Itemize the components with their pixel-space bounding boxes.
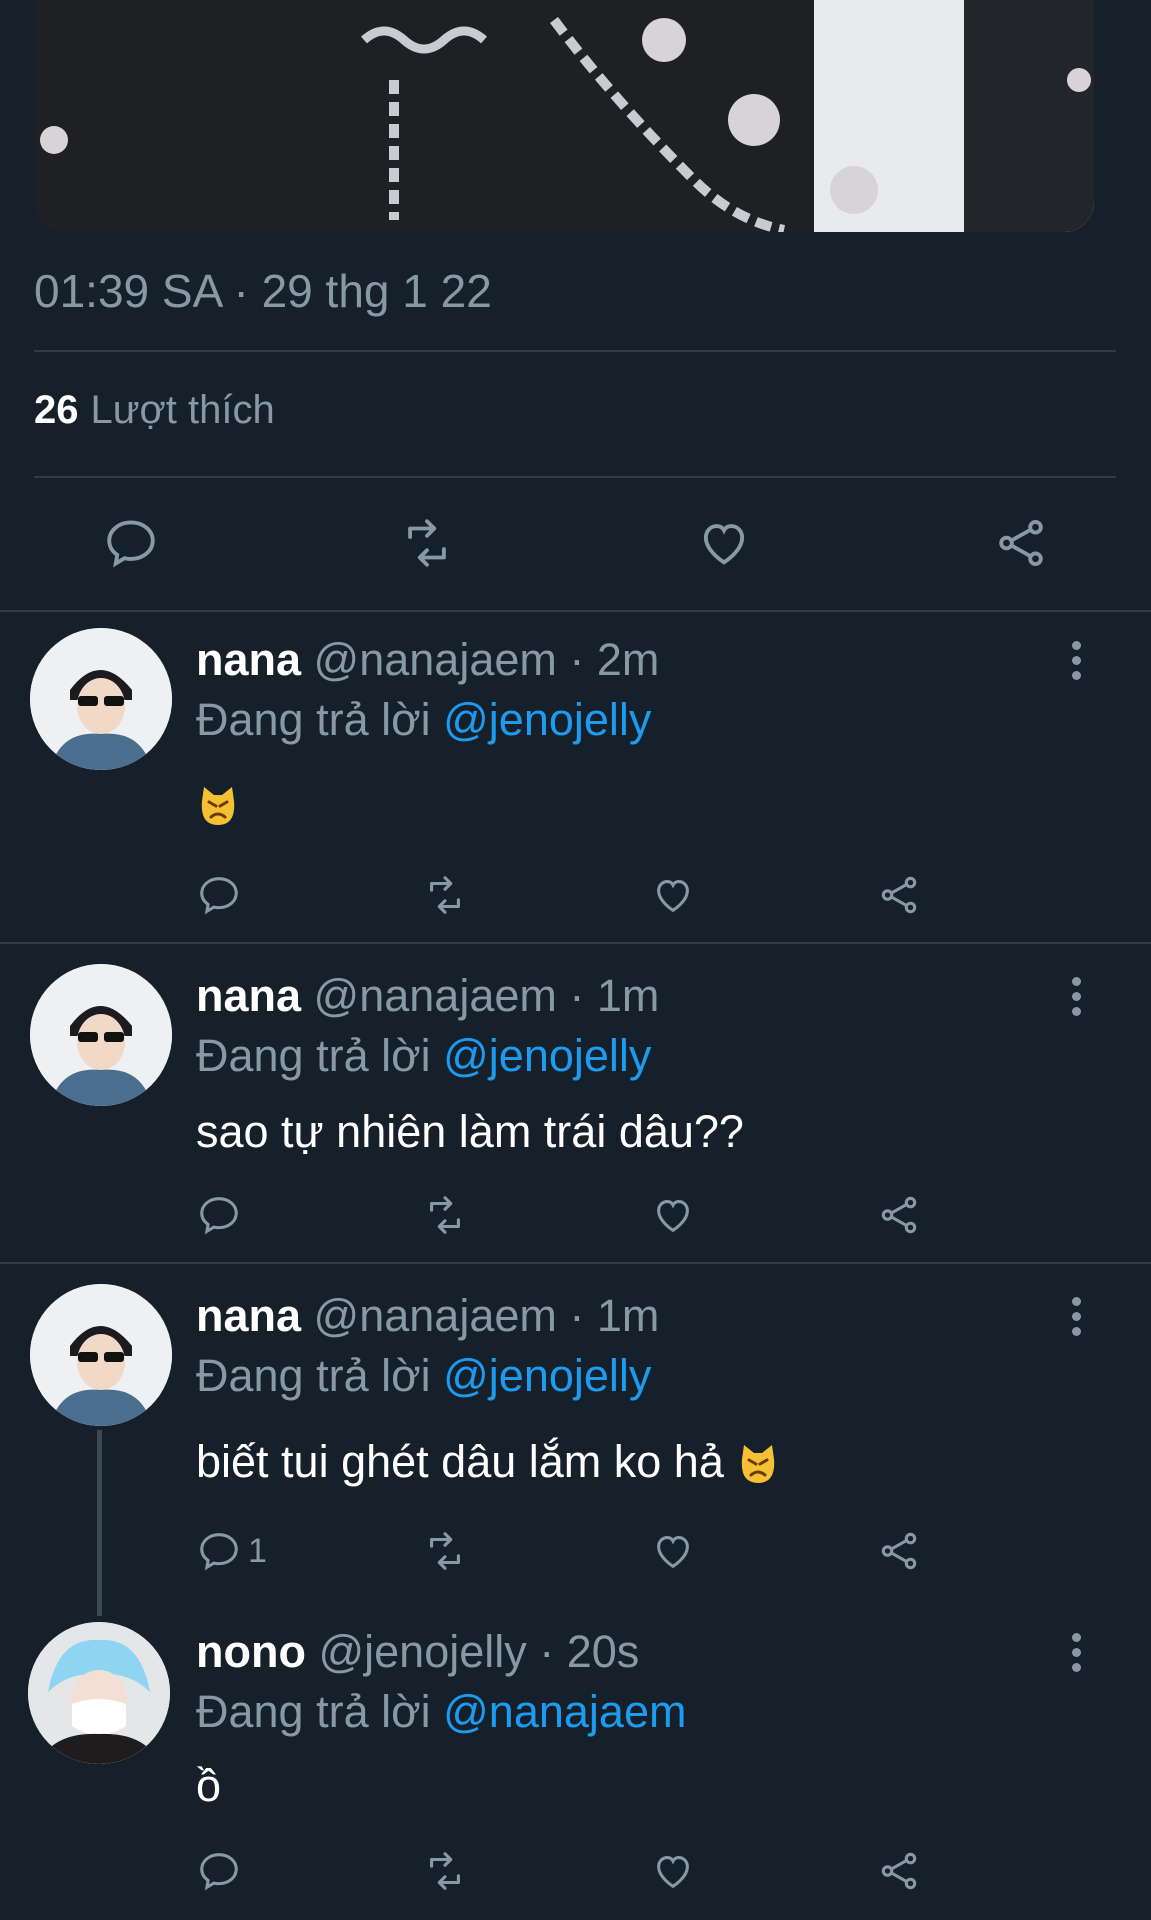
display-name[interactable]: nana bbox=[196, 1290, 301, 1341]
reply-button[interactable] bbox=[196, 1848, 242, 1894]
reply-icon bbox=[200, 1533, 238, 1571]
reply-icon bbox=[107, 520, 155, 568]
divider bbox=[0, 942, 1151, 944]
tweet-text: ồ bbox=[196, 1760, 222, 1811]
handle-time: @nanajaem · 1m bbox=[313, 1290, 660, 1341]
likes-label: Lượt thích bbox=[90, 388, 275, 432]
replying-to: Đang trả lời @jenojelly bbox=[196, 694, 651, 746]
more-options-icon[interactable] bbox=[1069, 1633, 1083, 1678]
share-icon bbox=[881, 1852, 917, 1890]
retweet-button[interactable] bbox=[422, 872, 468, 918]
like-button[interactable] bbox=[650, 1848, 696, 1894]
reply-header: nono @jenojelly · 20s bbox=[196, 1626, 639, 1678]
share-button[interactable] bbox=[876, 1528, 922, 1574]
likes-summary[interactable]: 26 Lượt thích bbox=[34, 388, 275, 433]
divider bbox=[0, 1262, 1151, 1264]
more-options-icon[interactable] bbox=[1069, 641, 1083, 686]
mention-link[interactable]: @jenojelly bbox=[443, 1030, 651, 1081]
tweet-timestamp: 01:39 SA · 29 thg 1 22 bbox=[34, 265, 492, 317]
replying-to: Đang trả lời @jenojelly bbox=[196, 1350, 651, 1402]
like-button[interactable] bbox=[650, 1528, 696, 1574]
reply-button[interactable] bbox=[100, 514, 162, 572]
tweet-text bbox=[196, 778, 240, 830]
retweet-button[interactable] bbox=[422, 1848, 468, 1894]
reply-header: nana @nanajaem · 2m bbox=[196, 634, 659, 686]
like-button[interactable] bbox=[650, 1192, 696, 1238]
like-button[interactable] bbox=[693, 514, 755, 572]
avatar[interactable] bbox=[30, 1284, 172, 1426]
share-button[interactable] bbox=[876, 872, 922, 918]
tweet-text: sao tự nhiên làm trái dâu?? bbox=[196, 1106, 744, 1157]
divider bbox=[34, 476, 1116, 478]
avatar[interactable] bbox=[28, 1622, 170, 1764]
share-icon bbox=[881, 876, 917, 914]
display-name[interactable]: nana bbox=[196, 634, 301, 685]
avatar[interactable] bbox=[30, 628, 172, 770]
retweet-icon bbox=[430, 1196, 460, 1234]
handle-time: @nanajaem · 2m bbox=[313, 634, 660, 685]
thread-connector bbox=[97, 1430, 102, 1616]
more-options-icon[interactable] bbox=[1069, 977, 1083, 1022]
retweet-icon bbox=[430, 1852, 460, 1890]
reply-icon bbox=[200, 1197, 238, 1235]
reply-button[interactable] bbox=[196, 1192, 242, 1238]
reply-header: nana @nanajaem · 1m bbox=[196, 1290, 659, 1342]
reply-button[interactable] bbox=[196, 872, 242, 918]
heart-icon bbox=[703, 524, 745, 565]
mention-link[interactable]: @nanajaem bbox=[443, 1686, 686, 1737]
tweet-text-content: biết tui ghét dâu lắm ko hả bbox=[196, 1436, 724, 1487]
replying-to: Đang trả lời @jenojelly bbox=[196, 1030, 651, 1082]
reply-icon bbox=[200, 877, 238, 915]
replying-to-label: Đang trả lời bbox=[196, 694, 431, 745]
share-icon bbox=[881, 1532, 917, 1570]
share-button[interactable] bbox=[876, 1192, 922, 1238]
retweet-icon bbox=[430, 1532, 460, 1570]
mention-link[interactable]: @jenojelly bbox=[443, 1350, 651, 1401]
retweet-button[interactable] bbox=[422, 1192, 468, 1238]
reply-count: 1 bbox=[248, 1531, 267, 1570]
handle-time: @nanajaem · 1m bbox=[313, 970, 660, 1021]
divider bbox=[0, 610, 1151, 612]
divider bbox=[34, 350, 1116, 352]
retweet-button[interactable] bbox=[422, 1528, 468, 1574]
display-name[interactable]: nana bbox=[196, 970, 301, 1021]
replying-to: Đang trả lời @nanajaem bbox=[196, 1686, 686, 1738]
angry-cat-icon bbox=[742, 1445, 775, 1484]
reply-icon bbox=[200, 1853, 238, 1891]
retweet-icon bbox=[430, 876, 460, 914]
tweet-text: biết tui ghét dâu lắm ko hả bbox=[196, 1436, 780, 1488]
heart-icon bbox=[657, 1536, 689, 1569]
like-button[interactable] bbox=[650, 872, 696, 918]
heart-icon bbox=[657, 880, 689, 913]
more-options-icon[interactable] bbox=[1069, 1297, 1083, 1342]
reply-header: nana @nanajaem · 1m bbox=[196, 970, 659, 1022]
share-icon bbox=[881, 1196, 917, 1234]
retweet-icon bbox=[408, 519, 446, 567]
replying-to-label: Đang trả lời bbox=[196, 1686, 431, 1737]
share-icon bbox=[999, 520, 1043, 566]
retweet-button[interactable] bbox=[396, 514, 458, 572]
angry-cat-icon bbox=[201, 787, 235, 826]
avatar[interactable] bbox=[30, 964, 172, 1106]
heart-icon bbox=[657, 1856, 689, 1889]
tweet-media-image[interactable] bbox=[34, 0, 1094, 232]
reply-button[interactable]: 1 bbox=[196, 1528, 267, 1574]
heart-icon bbox=[657, 1200, 689, 1233]
mention-link[interactable]: @jenojelly bbox=[443, 694, 651, 745]
replying-to-label: Đang trả lời bbox=[196, 1350, 431, 1401]
likes-count: 26 bbox=[34, 388, 79, 432]
share-button[interactable] bbox=[876, 1848, 922, 1894]
share-button[interactable] bbox=[990, 514, 1052, 572]
replying-to-label: Đang trả lời bbox=[196, 1030, 431, 1081]
display-name[interactable]: nono bbox=[196, 1626, 306, 1677]
handle-time: @jenojelly · 20s bbox=[318, 1626, 640, 1677]
